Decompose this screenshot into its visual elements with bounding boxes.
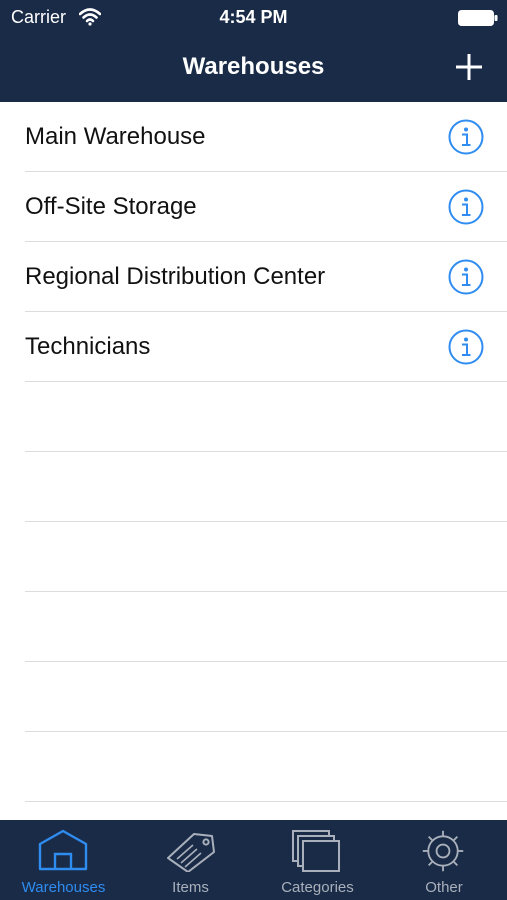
empty-row bbox=[25, 382, 507, 452]
info-icon[interactable] bbox=[448, 329, 484, 365]
tab-label: Categories bbox=[281, 879, 354, 896]
tab-label: Warehouses bbox=[21, 879, 106, 896]
tab-bar: Warehouses Items Categories Other bbox=[0, 820, 507, 900]
page-title: Warehouses bbox=[182, 53, 325, 80]
tag-icon bbox=[167, 833, 215, 872]
list-item-label: Main Warehouse bbox=[25, 123, 206, 150]
list-item[interactable]: Regional Distribution Center bbox=[25, 242, 507, 312]
list-item-label: Regional Distribution Center bbox=[25, 263, 326, 290]
info-icon[interactable] bbox=[448, 259, 484, 295]
empty-row bbox=[25, 662, 507, 732]
list-item[interactable]: Main Warehouse bbox=[25, 102, 507, 172]
tab-items[interactable]: Items bbox=[127, 820, 254, 900]
warehouse-list: Main Warehouse Off-Site Storage Regional… bbox=[0, 102, 507, 820]
list-item[interactable]: Off-Site Storage bbox=[25, 172, 507, 242]
stacked-cards-icon bbox=[292, 830, 340, 872]
list-item-label: Off-Site Storage bbox=[25, 193, 197, 220]
tab-categories[interactable]: Categories bbox=[254, 820, 381, 900]
add-warehouse-button[interactable] bbox=[448, 46, 490, 88]
info-icon[interactable] bbox=[448, 189, 484, 225]
tab-warehouses[interactable]: Warehouses bbox=[0, 820, 127, 900]
status-bar: Carrier 4:54 PM bbox=[0, 0, 507, 36]
empty-row bbox=[25, 592, 507, 662]
status-time: 4:54 PM bbox=[219, 7, 288, 27]
plus-icon bbox=[456, 54, 482, 80]
empty-row bbox=[25, 732, 507, 802]
navigation-header: Carrier 4:54 PM Warehouses bbox=[0, 0, 507, 102]
empty-row bbox=[25, 522, 507, 592]
info-icon[interactable] bbox=[448, 119, 484, 155]
tab-label: Other bbox=[425, 879, 463, 896]
list-item-label: Technicians bbox=[25, 333, 151, 360]
tab-label: Items bbox=[172, 879, 209, 896]
empty-row bbox=[25, 802, 507, 820]
gear-icon bbox=[422, 830, 464, 872]
battery-icon bbox=[458, 10, 498, 26]
tab-other[interactable]: Other bbox=[381, 820, 507, 900]
empty-row bbox=[25, 452, 507, 522]
warehouse-icon bbox=[38, 829, 88, 871]
list-item[interactable]: Technicians bbox=[25, 312, 507, 382]
